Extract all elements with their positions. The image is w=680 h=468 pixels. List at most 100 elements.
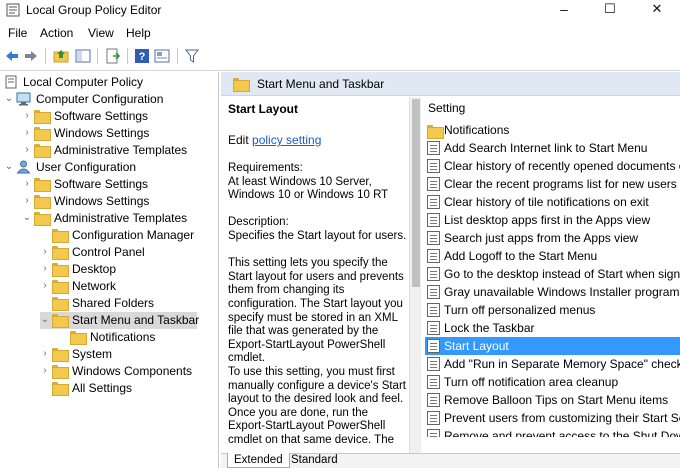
tree-label: Shared Folders	[72, 296, 155, 310]
up-folder-icon[interactable]	[53, 48, 69, 64]
setting-row[interactable]: Start Layout	[425, 337, 680, 355]
maximize-button[interactable]: ☐	[587, 0, 633, 20]
setting-row[interactable]: List desktop apps first in the Apps view	[425, 211, 680, 229]
menu-file[interactable]: File	[8, 26, 27, 40]
filter-icon[interactable]	[184, 48, 200, 64]
menu-action[interactable]: Action	[40, 26, 73, 40]
forward-icon[interactable]	[23, 48, 39, 64]
vertical-scrollbar[interactable]	[409, 97, 421, 453]
minimize-button[interactable]: –	[541, 0, 587, 20]
tree-node-all-settings[interactable]: All Settings	[40, 380, 216, 397]
tree-node-software-settings[interactable]: › Software Settings	[22, 176, 216, 193]
policy-title: Start Layout	[228, 102, 299, 116]
tree-node-notifications[interactable]: Notifications	[58, 329, 216, 346]
computer-policy-icon	[5, 75, 17, 89]
tree-node-local-computer-policy[interactable]: Local Computer Policy	[4, 74, 216, 91]
setting-row[interactable]: Add Logoff to the Start Menu	[425, 247, 680, 265]
tree-node-start-menu-and-taskbar[interactable]: ⌄ Start Menu and Taskbar	[40, 312, 199, 329]
setting-row[interactable]: Remove Balloon Tips on Start Menu items	[425, 391, 680, 409]
tab-standard[interactable]: Standard	[285, 453, 344, 468]
setting-column-header[interactable]: Setting	[428, 101, 465, 115]
tree-node-system[interactable]: › System	[40, 346, 216, 363]
setting-row[interactable]: Add Search Internet link to Start Menu	[425, 139, 680, 157]
setting-label: Lock the Taskbar	[444, 321, 535, 335]
setting-row[interactable]: Remove and prevent access to the Shut Do…	[425, 427, 680, 437]
tree-node-user-configuration[interactable]: ⌄ User Configuration	[4, 159, 216, 176]
setting-label: Add "Run in Separate Memory Space" check…	[444, 357, 680, 371]
setting-label: List desktop apps first in the Apps view	[444, 213, 651, 227]
menu-view[interactable]: View	[88, 26, 114, 40]
menu-help[interactable]: Help	[126, 26, 151, 40]
folder-icon	[34, 194, 49, 208]
setting-row[interactable]: Gray unavailable Windows Installer progr…	[425, 283, 680, 301]
tree-node-configuration-manager[interactable]: Configuration Manager	[40, 227, 216, 244]
toolbar-separator	[45, 48, 46, 64]
setting-row[interactable]: Search just apps from the Apps view	[425, 229, 680, 247]
tree-label: Computer Configuration	[36, 92, 164, 106]
policy-icon	[427, 429, 440, 437]
help-icon[interactable]: ?	[134, 48, 150, 64]
chevron-down-icon[interactable]: ⌄	[4, 160, 14, 174]
view-tabs: Extended Standard	[221, 453, 680, 468]
chevron-down-icon[interactable]: ⌄	[22, 211, 32, 225]
chevron-right-icon[interactable]: ›	[22, 109, 32, 123]
tree-node-administrative-templates[interactable]: › Administrative Templates	[22, 142, 216, 159]
tree-expander[interactable]	[40, 228, 50, 242]
close-button[interactable]: ✕	[634, 0, 680, 20]
policy-icon	[427, 141, 440, 155]
policy-icon	[427, 177, 440, 191]
requirements-text: At least Windows 10 Server, Windows 10 o…	[228, 175, 389, 202]
show-hide-tree-icon[interactable]	[75, 48, 91, 64]
setting-row[interactable]: Clear history of tile notifications on e…	[425, 193, 680, 211]
setting-row[interactable]: Turn off notification area cleanup	[425, 373, 680, 391]
scrollbar-thumb[interactable]	[412, 99, 420, 287]
folder-icon	[52, 245, 67, 259]
chevron-right-icon[interactable]: ›	[40, 245, 50, 259]
chevron-right-icon[interactable]: ›	[22, 177, 32, 191]
svg-text:?: ?	[139, 51, 146, 63]
tree-label: Control Panel	[72, 245, 145, 259]
tree-node-control-panel[interactable]: › Control Panel	[40, 244, 216, 261]
tree-label: Administrative Templates	[54, 143, 188, 157]
setting-row[interactable]: Go to the desktop instead of Start when …	[425, 265, 680, 283]
chevron-right-icon[interactable]: ›	[40, 364, 50, 378]
tree-expander[interactable]	[40, 296, 50, 310]
tree-node-desktop[interactable]: › Desktop	[40, 261, 216, 278]
chevron-right-icon[interactable]: ›	[22, 126, 32, 140]
setting-row[interactable]: Prevent users from customizing their Sta…	[425, 409, 680, 427]
policy-icon	[427, 339, 440, 353]
tree-expander[interactable]	[58, 330, 68, 344]
tree-node-windows-settings[interactable]: › Windows Settings	[22, 193, 216, 210]
tree-node-administrative-templates[interactable]: ⌄ Administrative Templates	[22, 210, 216, 227]
tree-node-computer-configuration[interactable]: ⌄ Computer Configuration	[4, 91, 216, 108]
tree-label: Configuration Manager	[72, 228, 195, 242]
policy-setting-link[interactable]: policy setting	[252, 133, 321, 147]
chevron-down-icon[interactable]: ⌄	[40, 313, 50, 327]
tree-node-network[interactable]: › Network	[40, 278, 216, 295]
setting-row[interactable]: Clear the recent programs list for new u…	[425, 175, 680, 193]
tree-expander[interactable]	[40, 381, 50, 395]
tree-node-windows-components[interactable]: › Windows Components	[40, 363, 216, 380]
tree-label: Network	[72, 279, 117, 293]
setting-label: Add Logoff to the Start Menu	[444, 249, 598, 263]
computer-icon	[16, 92, 31, 106]
chevron-right-icon[interactable]: ›	[40, 347, 50, 361]
setting-row[interactable]: Turn off personalized menus	[425, 301, 680, 319]
tree-node-windows-settings[interactable]: › Windows Settings	[22, 125, 216, 142]
tree-node-shared-folders[interactable]: Shared Folders	[40, 295, 216, 312]
setting-label: Clear history of tile notifications on e…	[444, 195, 649, 209]
chevron-right-icon[interactable]: ›	[40, 279, 50, 293]
chevron-right-icon[interactable]: ›	[22, 143, 32, 157]
setting-row[interactable]: Lock the Taskbar	[425, 319, 680, 337]
chevron-down-icon[interactable]: ⌄	[4, 92, 14, 106]
chevron-right-icon[interactable]: ›	[40, 262, 50, 276]
properties-icon[interactable]	[154, 48, 170, 64]
tab-extended[interactable]: Extended	[227, 453, 290, 468]
tree-node-software-settings[interactable]: › Software Settings	[22, 108, 216, 125]
back-icon[interactable]	[4, 48, 20, 64]
chevron-right-icon[interactable]: ›	[22, 194, 32, 208]
export-list-icon[interactable]	[105, 48, 121, 64]
setting-row[interactable]: Add "Run in Separate Memory Space" check…	[425, 355, 680, 373]
setting-row[interactable]: Notifications	[425, 121, 680, 139]
setting-row[interactable]: Clear history of recently opened documen…	[425, 157, 680, 175]
